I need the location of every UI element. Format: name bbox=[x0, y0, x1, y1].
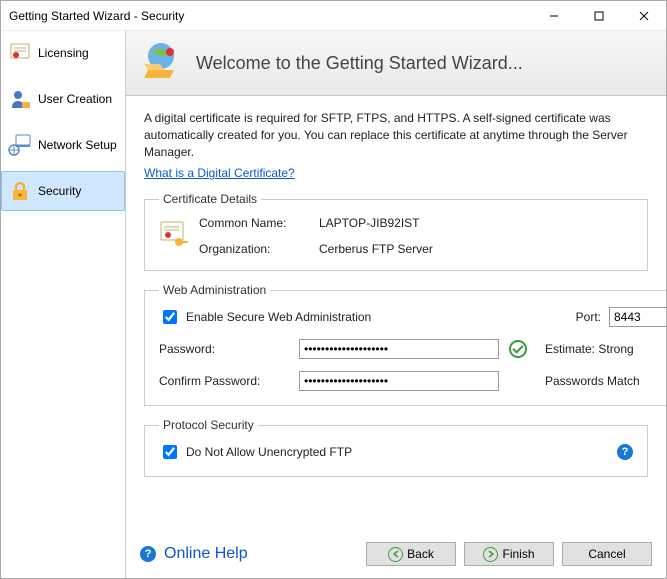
wizard-window: Getting Started Wizard - Security Licens… bbox=[0, 0, 667, 579]
titlebar: Getting Started Wizard - Security bbox=[1, 1, 666, 31]
online-help-link[interactable]: Online Help bbox=[164, 545, 248, 563]
password-label: Password: bbox=[159, 342, 289, 356]
enable-secure-web-admin-checkbox[interactable] bbox=[163, 310, 177, 324]
password-input[interactable] bbox=[299, 339, 499, 359]
port-input[interactable] bbox=[609, 307, 666, 327]
finish-button[interactable]: Finish bbox=[464, 542, 554, 566]
footer: ? Online Help Back Finish Cancel bbox=[126, 530, 666, 578]
window-title: Getting Started Wizard - Security bbox=[9, 9, 531, 23]
protocol-security-group: Protocol Security Do Not Allow Unencrypt… bbox=[144, 418, 648, 477]
certificate-key-icon bbox=[159, 220, 199, 253]
arrow-right-icon bbox=[483, 547, 498, 562]
sidebar-item-label: Security bbox=[38, 184, 81, 198]
arrow-left-icon bbox=[388, 547, 403, 562]
sidebar-item-label: Licensing bbox=[38, 46, 89, 60]
estimate-label: Estimate: Strong bbox=[545, 342, 666, 356]
help-icon: ? bbox=[140, 546, 156, 562]
globe-icon bbox=[140, 40, 182, 87]
port-label: Port: bbox=[576, 310, 601, 324]
enable-secure-web-admin-label: Enable Secure Web Administration bbox=[186, 310, 371, 324]
confirm-password-input[interactable] bbox=[299, 371, 499, 391]
confirm-password-label: Confirm Password: bbox=[159, 374, 289, 388]
intro-text: A digital certificate is required for SF… bbox=[144, 110, 648, 160]
organization-value: Cerberus FTP Server bbox=[319, 242, 633, 256]
no-unencrypted-ftp-label: Do Not Allow Unencrypted FTP bbox=[186, 445, 352, 459]
no-unencrypted-ftp-row[interactable]: Do Not Allow Unencrypted FTP bbox=[159, 442, 352, 462]
network-icon bbox=[8, 133, 32, 157]
sidebar-item-licensing[interactable]: Licensing bbox=[1, 33, 125, 73]
no-unencrypted-ftp-checkbox[interactable] bbox=[163, 445, 177, 459]
web-administration-legend: Web Administration bbox=[159, 283, 270, 297]
password-ok-icon bbox=[509, 340, 527, 358]
common-name-label: Common Name: bbox=[199, 216, 319, 230]
cancel-button[interactable]: Cancel bbox=[562, 542, 652, 566]
sidebar-item-security[interactable]: Security bbox=[1, 171, 125, 211]
enable-secure-web-admin-row[interactable]: Enable Secure Web Administration bbox=[159, 307, 371, 327]
organization-label: Organization: bbox=[199, 242, 319, 256]
maximize-button[interactable] bbox=[576, 1, 621, 30]
protocol-help-icon[interactable]: ? bbox=[617, 444, 633, 460]
certificate-details-group: Certificate Details Common Name: LAPTOP-… bbox=[144, 192, 648, 271]
passwords-match-label: Passwords Match bbox=[545, 374, 666, 388]
banner: Welcome to the Getting Started Wizard... bbox=[126, 31, 666, 96]
back-button[interactable]: Back bbox=[366, 542, 456, 566]
protocol-security-legend: Protocol Security bbox=[159, 418, 258, 432]
sidebar: Licensing User Creation Network Setup Se… bbox=[1, 31, 126, 578]
sidebar-item-user-creation[interactable]: User Creation bbox=[1, 79, 125, 119]
close-button[interactable] bbox=[621, 1, 666, 30]
banner-title: Welcome to the Getting Started Wizard... bbox=[196, 53, 523, 74]
web-administration-group: Web Administration Enable Secure Web Adm… bbox=[144, 283, 666, 406]
what-is-cert-link[interactable]: What is a Digital Certificate? bbox=[144, 166, 295, 180]
minimize-button[interactable] bbox=[531, 1, 576, 30]
sidebar-item-label: User Creation bbox=[38, 92, 112, 106]
sidebar-item-label: Network Setup bbox=[38, 138, 117, 152]
common-name-value: LAPTOP-JIB92IST bbox=[319, 216, 633, 230]
certificate-icon bbox=[8, 41, 32, 65]
sidebar-item-network-setup[interactable]: Network Setup bbox=[1, 125, 125, 165]
lock-icon bbox=[8, 179, 32, 203]
user-icon bbox=[8, 87, 32, 111]
certificate-details-legend: Certificate Details bbox=[159, 192, 261, 206]
